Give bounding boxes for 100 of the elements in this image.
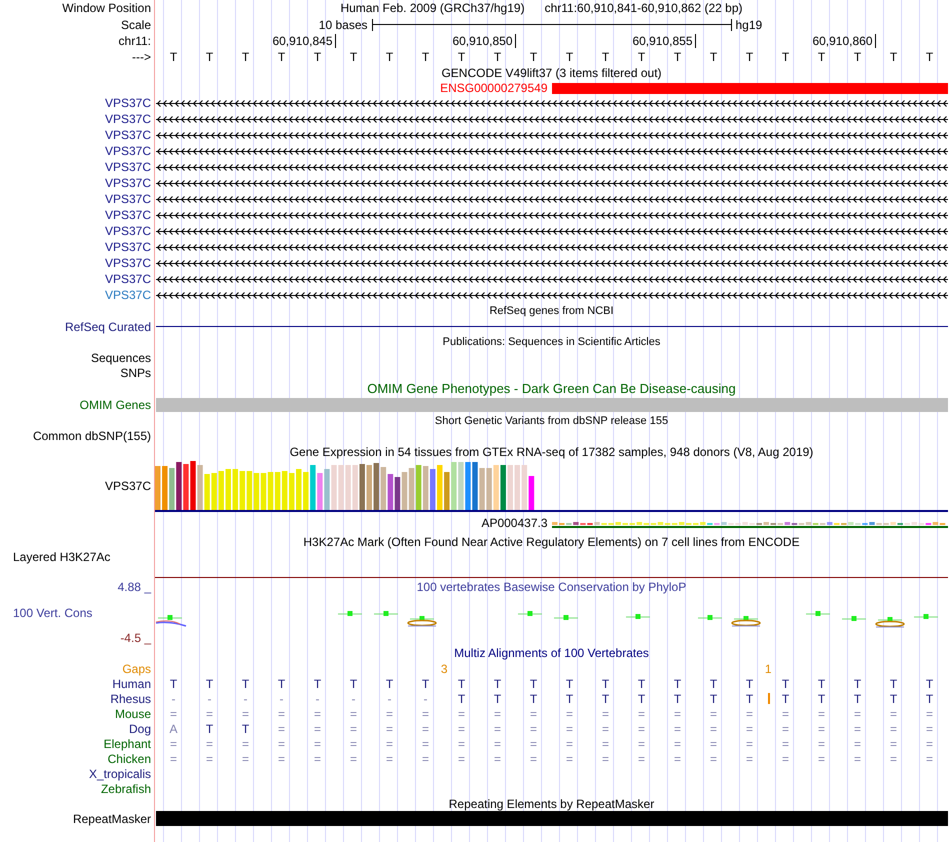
sequence-base: T xyxy=(782,50,790,64)
aligned-base: = xyxy=(494,736,501,750)
aligned-base: = xyxy=(638,752,645,766)
aligned-base: = xyxy=(170,736,177,750)
aligned-base: = xyxy=(602,736,609,750)
aligned-base: = xyxy=(458,722,465,736)
aligned-base: - xyxy=(352,692,356,706)
aligned-base: T xyxy=(530,676,538,690)
aligned-base: = xyxy=(746,706,753,720)
aligned-base: = xyxy=(530,706,537,720)
sequence-base: T xyxy=(674,50,682,64)
sequence-base: T xyxy=(854,50,862,64)
aligned-base: T xyxy=(278,676,286,690)
aligned-base: = xyxy=(746,752,753,766)
aligned-base: = xyxy=(890,752,897,766)
aligned-base: = xyxy=(422,752,429,766)
aligned-base: T xyxy=(926,676,934,690)
aligned-base: = xyxy=(566,752,573,766)
aligned-base: = xyxy=(818,752,825,766)
track-label: OMIM Genes xyxy=(80,398,151,412)
aligned-base: = xyxy=(782,706,789,720)
aligned-base: = xyxy=(314,752,321,766)
scale-span-label: 10 bases xyxy=(318,18,368,32)
track-title: Publications: Sequences in Scientific Articles xyxy=(442,335,660,349)
aligned-base: = xyxy=(278,752,285,766)
sequence-base: T xyxy=(638,50,646,64)
aligned-base: T xyxy=(674,692,682,706)
sequence-base: T xyxy=(818,50,826,64)
aligned-base: T xyxy=(890,676,898,690)
aligned-base: = xyxy=(890,706,897,720)
aligned-base: = xyxy=(566,706,573,720)
aligned-base: T xyxy=(638,692,646,706)
aligned-base: T xyxy=(530,692,538,706)
track-title: Multiz Alignments of 100 Vertebrates xyxy=(454,646,649,660)
aligned-base: = xyxy=(818,736,825,750)
aligned-base: = xyxy=(170,706,177,720)
aligned-base: = xyxy=(350,752,357,766)
sequence-base: T xyxy=(890,50,898,64)
track-label: Rhesus xyxy=(110,692,151,706)
sequence-base: T xyxy=(494,50,502,64)
expression-bar xyxy=(296,469,302,510)
aligned-base: = xyxy=(854,706,861,720)
track-label: Scale xyxy=(120,18,151,32)
track-label: VPS37C xyxy=(104,224,151,238)
aligned-base: T xyxy=(566,676,574,690)
aligned-base: = xyxy=(854,752,861,766)
aligned-base: - xyxy=(388,692,392,706)
aligned-base: = xyxy=(458,736,465,750)
aligned-base: = xyxy=(494,752,501,766)
aligned-base: = xyxy=(602,722,609,736)
aligned-base: T xyxy=(854,676,862,690)
gene-feature-label: ENSG00000279549 xyxy=(440,81,548,95)
track-title: 100 vertebrates Basewise Conservation by PhyloP xyxy=(416,580,686,594)
aligned-base: = xyxy=(782,752,789,766)
track-label: 100 Vert. Cons xyxy=(13,606,92,620)
track-title: GENCODE V49lift37 (3 items filtered out) xyxy=(441,66,662,80)
axis-min-label: -4.5 _ xyxy=(120,630,151,644)
track-label: VPS37C xyxy=(104,256,151,270)
aligned-base: = xyxy=(818,706,825,720)
track-label: VPS37C xyxy=(104,272,151,286)
track-label: VPS37C xyxy=(104,192,151,206)
aligned-base: T xyxy=(170,676,178,690)
aligned-base: T xyxy=(746,692,754,706)
aligned-base: T xyxy=(674,676,682,690)
track-label: Elephant xyxy=(104,736,151,750)
track-label: Zebrafish xyxy=(100,782,151,796)
sequence-base: T xyxy=(566,50,574,64)
aligned-base: T xyxy=(782,676,790,690)
aligned-base: = xyxy=(638,736,645,750)
aligned-base: = xyxy=(350,706,357,720)
aligned-base: = xyxy=(602,706,609,720)
aligned-base: = xyxy=(206,736,213,750)
aligned-base: = xyxy=(422,736,429,750)
track-label: VPS37C xyxy=(104,288,151,302)
sequence-base: T xyxy=(314,50,322,64)
aligned-base: = xyxy=(242,736,249,750)
aligned-base: = xyxy=(566,736,573,750)
aligned-base: T xyxy=(242,676,250,690)
sequence-base: T xyxy=(458,50,466,64)
aligned-base: T xyxy=(710,692,718,706)
aligned-base: - xyxy=(172,692,176,706)
aligned-base: - xyxy=(424,692,428,706)
coordinate-tick: 60,910,845 xyxy=(272,34,336,48)
track-label: VPS37C xyxy=(104,479,151,493)
aligned-base: = xyxy=(278,736,285,750)
track-label: chr11: xyxy=(118,34,151,48)
aligned-base: = xyxy=(566,722,573,736)
aligned-base: = xyxy=(674,736,681,750)
aligned-base: = xyxy=(926,706,933,720)
sequence-base: T xyxy=(206,50,214,64)
sequence-base: T xyxy=(242,50,250,64)
aligned-base: - xyxy=(316,692,320,706)
aligned-base: T xyxy=(206,676,214,690)
aligned-base: = xyxy=(638,722,645,736)
track-label: VPS37C xyxy=(104,112,151,126)
aligned-base: T xyxy=(782,692,790,706)
aligned-base: = xyxy=(854,722,861,736)
track-label: Sequences xyxy=(90,350,151,364)
aligned-base: = xyxy=(206,706,213,720)
aligned-base: = xyxy=(854,736,861,750)
